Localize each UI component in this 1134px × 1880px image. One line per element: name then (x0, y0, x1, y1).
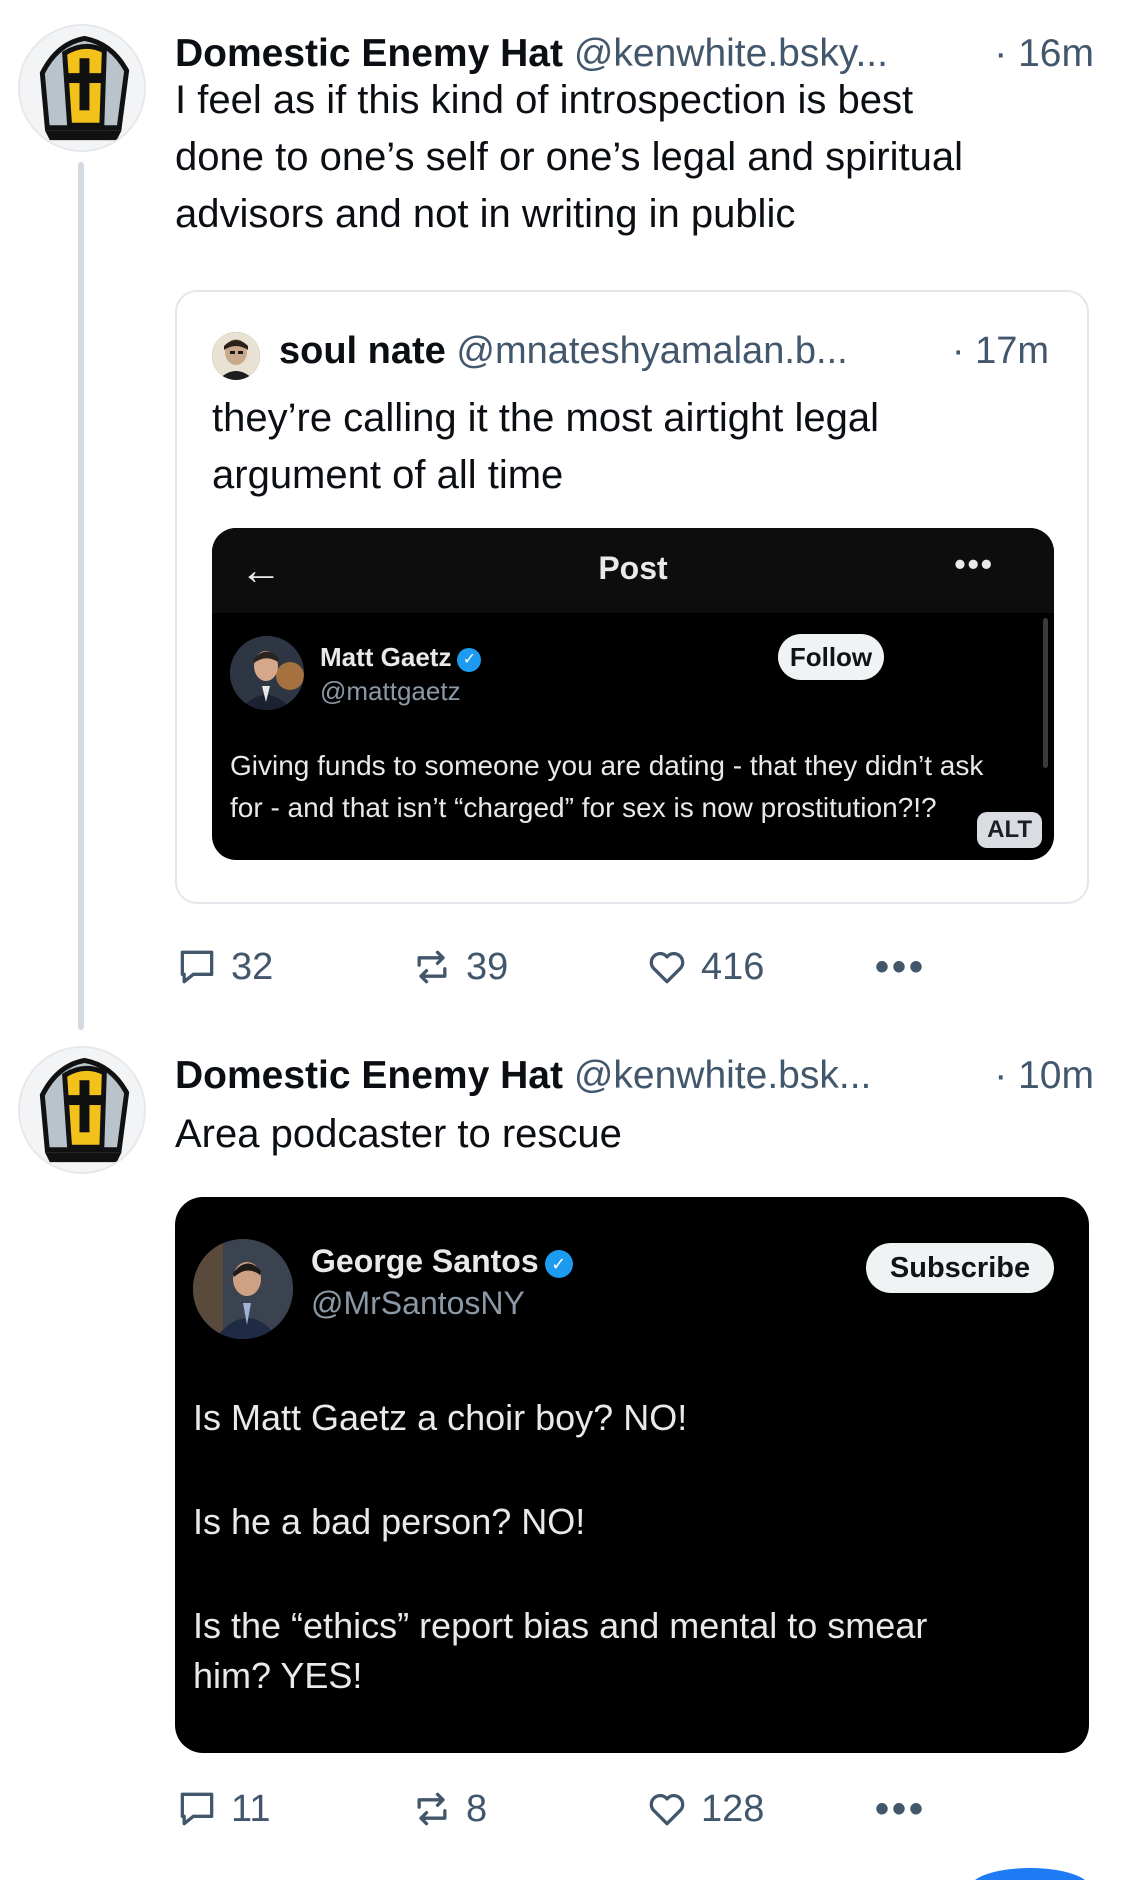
repost-count: 8 (466, 1787, 488, 1830)
embed-text-line: Giving funds to someone you are dating -… (230, 750, 984, 781)
embed-text-line: Is the “ethics” report bias and mental t… (193, 1605, 928, 1646)
quote-author-avatar (212, 332, 260, 380)
author-handle[interactable]: @kenwhite.bsky... (574, 32, 888, 75)
more-options-icon[interactable]: ••• (875, 1787, 926, 1832)
post-1[interactable]: Domestic Enemy Hat @kenwhite.bsky... · 1… (0, 0, 1134, 1040)
reply-count: 32 (231, 945, 274, 988)
person-avatar-icon (193, 1239, 293, 1339)
quote-author-handle[interactable]: @mnateshyamalan.b... (456, 330, 847, 372)
author-name[interactable]: Domestic Enemy Hat (175, 32, 563, 75)
embed-account-avatar (193, 1239, 293, 1339)
hat-avatar-icon (20, 26, 144, 150)
embed-account-name: George Santos ✓ (311, 1243, 573, 1280)
quote-time[interactable]: · 17m (952, 330, 1049, 373)
person-avatar-icon (230, 636, 304, 710)
like-count: 128 (701, 1787, 765, 1830)
post-text-line: advisors and not in writing in public (175, 192, 796, 236)
author-name[interactable]: Domestic Enemy Hat (175, 1054, 563, 1097)
heart-icon (649, 1794, 685, 1826)
like-count: 416 (701, 945, 765, 988)
embed-text-line: Is he a bad person? NO! (193, 1501, 586, 1542)
repost-button[interactable]: 39 (410, 945, 508, 989)
post-actions: 32 39 416 ••• (175, 945, 935, 995)
quote-text-line: argument of all time (212, 453, 564, 497)
reply-button[interactable]: 32 (175, 945, 273, 989)
reply-count: 11 (231, 1787, 271, 1830)
embedded-image[interactable]: ← Post ••• Matt Gaetz ✓ @mattgaetz Follo… (212, 528, 1054, 860)
thread-connector (78, 162, 84, 1030)
verified-badge-icon: ✓ (457, 648, 482, 672)
embed-text-line: for - and that isn’t “charged” for sex i… (230, 792, 937, 823)
post-header: Domestic Enemy Hat @kenwhite.bsk... (175, 1054, 871, 1098)
hat-avatar-icon (20, 1048, 144, 1172)
verified-badge-icon: ✓ (544, 1250, 573, 1278)
quote-author-name[interactable]: soul nate (279, 330, 446, 372)
repost-count: 39 (466, 945, 509, 988)
heart-icon (649, 952, 685, 984)
embed-title: Post (598, 550, 668, 586)
subscribe-button: Subscribe (866, 1243, 1054, 1293)
embed-text-line: Is Matt Gaetz a choir boy? NO! (193, 1397, 688, 1438)
reply-icon (180, 950, 214, 984)
quote-text-line: they’re calling it the most airtight leg… (212, 396, 879, 440)
embed-account-name: Matt Gaetz ✓ (320, 642, 482, 673)
embed-more-icon: ••• (954, 546, 994, 582)
embed-account-handle: @MrSantosNY (311, 1285, 525, 1321)
author-handle[interactable]: @kenwhite.bsk... (574, 1054, 872, 1097)
post-text: Area podcaster to rescue (175, 1112, 622, 1156)
quote-text: they’re calling it the most airtight leg… (212, 390, 1032, 504)
embed-scrollbar (1043, 618, 1048, 768)
portrait-avatar-icon (212, 332, 260, 380)
post-text-line: done to one’s self or one’s legal and sp… (175, 135, 963, 179)
follow-button: Follow (778, 634, 884, 680)
like-button[interactable]: 128 (645, 1787, 764, 1831)
embed-account-handle: @mattgaetz (320, 676, 461, 706)
post-text-line: I feel as if this kind of introspection … (175, 78, 914, 122)
author-avatar[interactable] (18, 24, 146, 152)
repost-icon (417, 1792, 447, 1826)
embedded-image[interactable]: George Santos ✓ @MrSantosNY Subscribe Is … (175, 1197, 1089, 1753)
quote-post-card[interactable]: soul nate @mnateshyamalan.b... · 17m the… (175, 290, 1089, 904)
embed-text-line: him? YES! (193, 1655, 363, 1696)
post-time[interactable]: · 16m (994, 32, 1094, 76)
post-header: Domestic Enemy Hat @kenwhite.bsky... (175, 32, 888, 76)
alt-text-badge[interactable]: ALT (977, 812, 1042, 848)
embed-account-avatar (230, 636, 304, 710)
reply-icon (180, 1792, 214, 1826)
embed-topbar: ← Post ••• (212, 528, 1054, 613)
quote-header: soul nate @mnateshyamalan.b... (279, 330, 848, 373)
author-avatar[interactable] (18, 1046, 146, 1174)
more-options-icon[interactable]: ••• (875, 945, 926, 990)
repost-icon (417, 950, 447, 984)
post-text: I feel as if this kind of introspection … (175, 72, 1095, 243)
post-actions: 11 8 128 ••• (175, 1787, 935, 1837)
post-time[interactable]: · 10m (994, 1054, 1094, 1098)
repost-button[interactable]: 8 (410, 1787, 487, 1831)
like-button[interactable]: 416 (645, 945, 764, 989)
reply-button[interactable]: 11 (175, 1787, 270, 1831)
